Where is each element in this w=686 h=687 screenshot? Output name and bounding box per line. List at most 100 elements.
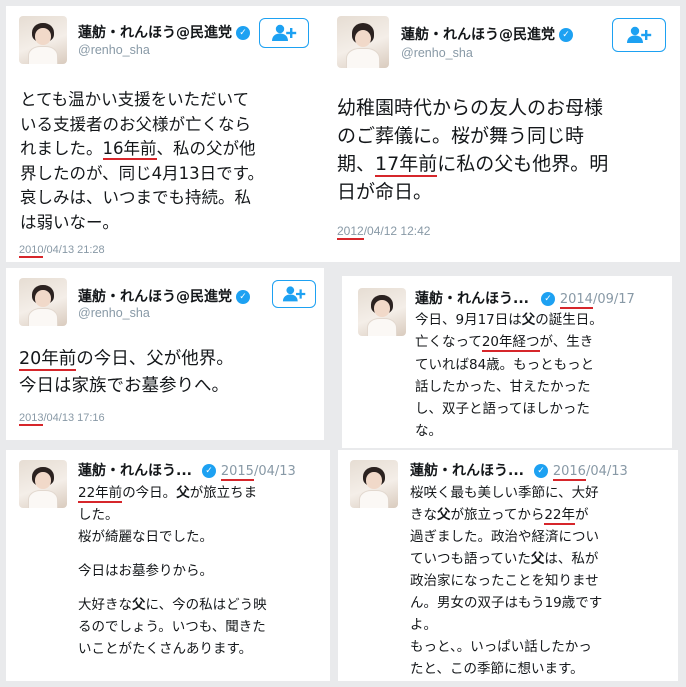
tweet-text: 22年前の今日。父が旅立ちま した。 桜が綺麗な日でした。 今日はお墓参りから。… — [78, 482, 267, 660]
tweet-line: ん。男女の双子はもう19歳です — [410, 595, 603, 611]
tweet-line: たと、この季節に想います。 — [410, 661, 584, 677]
timestamp-year: 2014 — [559, 292, 593, 309]
underlined-years-ago: 22年前 — [78, 485, 123, 503]
tweet-text-span: ていつも語っていた — [410, 551, 531, 567]
account-name-text: 蓮舫・れんほう@民進党 — [78, 289, 232, 305]
tweet-text-span: 亡くなって — [415, 334, 482, 351]
tweet-text-span: 大好きな — [78, 597, 132, 614]
tweet-timestamp[interactable]: 2013/04/13 17:16 — [19, 412, 105, 426]
avatar[interactable] — [19, 278, 67, 326]
tweet-text: 幼稚園時代からの友人のお母様 のご葬儀に。桜が舞う同じ時 期、17年前に私の父も… — [337, 94, 608, 206]
follow-user-plus-icon — [282, 286, 306, 302]
tweet-text: 桜咲く最も美しい季節に、大好 きな父が旅立ってから22年が 過ぎました。政治や経… — [410, 482, 602, 680]
avatar[interactable] — [19, 16, 67, 64]
account-name-text: 蓮舫・れんほう... — [78, 463, 192, 479]
tweet-line: きな父が旅立ってから22年が — [410, 504, 602, 526]
tweet-card-2014: 蓮舫・れんほう... ✓ 2014/09/17 今日、9月17日は父の誕生日。 亡… — [342, 276, 672, 448]
tweet-line: とても温かい支援をいただいて — [20, 90, 250, 109]
tweet-line: 今日、9月17日は父の誕生日。 — [415, 309, 603, 331]
tweet-line: れました。16年前、私の父が他 — [20, 137, 264, 162]
tweet-line: よ。 — [410, 617, 437, 633]
account-name[interactable]: 蓮舫・れんほう... ✓ 2016/04/13 — [410, 460, 628, 481]
tweet-text-span: 今日、9月17日は — [415, 312, 522, 328]
tweet-line: 過ぎました。政治や経済につい — [410, 529, 599, 545]
tweet-timestamp[interactable]: 2012/04/12 12:42 — [337, 224, 431, 240]
timestamp-rest: /04/13 17:16 — [43, 412, 105, 424]
tweet-text: とても温かい支援をいただいて いる支援者のお父様が亡くなら れました。16年前、… — [20, 88, 264, 235]
tweet-text-span: 、私の父が他 — [156, 139, 256, 158]
account-handle[interactable]: @renho_sha — [78, 306, 150, 320]
tweet-date[interactable]: 2015/04/13 — [220, 464, 296, 481]
tweet-line: な。 — [415, 423, 442, 440]
avatar[interactable] — [337, 16, 389, 68]
timestamp-year: 2015 — [220, 464, 254, 481]
tweet-line: 幼稚園時代からの友人のお母様 — [337, 97, 604, 119]
timestamp-rest: /04/13 — [585, 464, 628, 479]
tweet-text-span: が、生き — [539, 334, 594, 351]
follow-user-plus-icon — [272, 24, 297, 41]
tweet-line: るのでしょう。いつも、聞きた — [78, 619, 266, 636]
timestamp-year: 2013 — [19, 412, 44, 426]
tweet-text-span: の今日、父が他界。 — [76, 349, 234, 369]
timestamp-year: 2010 — [19, 244, 44, 258]
tweet-card-2010: 蓮舫・れんほう@民進党 ✓ @renho_sha とても温かい支援をいただいて い… — [6, 6, 324, 262]
tweet-text-span: の誕生日。 — [535, 312, 603, 328]
tweet-line: 桜咲く最も美しい季節に、大好 — [410, 485, 599, 501]
avatar[interactable] — [19, 460, 67, 508]
tweet-line: 話したかった、甘えたかった — [415, 378, 591, 395]
bold-father: 父 — [132, 597, 146, 614]
tweet-card-2016: 蓮舫・れんほう... ✓ 2016/04/13 桜咲く最も美しい季節に、大好 きな… — [338, 450, 678, 681]
tweet-line: 日が命日。 — [337, 181, 433, 203]
tweet-text-span: に私の父も他界。明 — [437, 153, 609, 175]
timestamp-rest: /04/13 — [253, 464, 296, 479]
follow-button[interactable] — [272, 280, 316, 308]
tweet-line: 政治家になったことを知りませ — [410, 573, 599, 589]
account-name-text: 蓮舫・れんほう... — [410, 463, 524, 479]
tweet-text-span: が — [575, 507, 589, 523]
account-name[interactable]: 蓮舫・れんほう@民進党 ✓ — [78, 22, 250, 42]
tweet-line: のご葬儀に。桜が舞う同じ時 — [337, 125, 585, 147]
bold-father: 父 — [437, 507, 451, 523]
tweet-text-span: に、今の私はどう映 — [145, 597, 267, 614]
tweet-card-2013: 蓮舫・れんほう@民進党 ✓ @renho_sha 20年前の今日、父が他界。 今日… — [6, 268, 324, 440]
timestamp-rest: /04/13 21:28 — [43, 244, 105, 256]
tweet-line: 今日は家族でお墓参りへ。 — [19, 376, 229, 396]
tweet-line: 期、17年前に私の父も他界。明 — [337, 150, 608, 178]
tweet-card-2012: 蓮舫・れんほう@民進党 ✓ @renho_sha 幼稚園時代からの友人のお母様 の… — [324, 6, 680, 262]
bold-father: 父 — [176, 485, 190, 501]
tweet-text-span: 期、 — [337, 153, 376, 175]
underlined-years-ago: 17年前 — [375, 153, 438, 177]
tweet-line: 20年前の今日、父が他界。 — [19, 346, 234, 373]
tweet-line: 桜が綺麗な日でした。 — [78, 529, 213, 545]
avatar[interactable] — [358, 288, 406, 336]
tweet-timestamp[interactable]: 2010/04/13 21:28 — [19, 244, 105, 258]
account-handle[interactable]: @renho_sha — [78, 43, 150, 57]
verified-badge-icon: ✓ — [236, 26, 250, 40]
timestamp-year: 2016 — [552, 464, 586, 481]
tweet-line: は弱いなー。 — [20, 212, 119, 232]
verified-badge-icon: ✓ — [559, 28, 573, 42]
avatar[interactable] — [350, 460, 398, 508]
tweet-line: 22年前の今日。父が旅立ちま — [78, 482, 267, 504]
tweet-text-span: が旅立ちま — [189, 485, 258, 501]
account-name[interactable]: 蓮舫・れんほう@民進党 ✓ — [401, 24, 573, 44]
tweet-text: 今日、9月17日は父の誕生日。 亡くなって20年経つが、生き ていれば84歳。も… — [415, 309, 603, 443]
underlined-years: 22年 — [544, 507, 576, 525]
tweet-line: 大好きな父に、今の私はどう映 — [78, 594, 267, 616]
tweet-text-span: は、私が — [544, 551, 599, 567]
tweet-date[interactable]: 2014/09/17 — [559, 292, 635, 309]
timestamp-rest: /04/12 12:42 — [363, 224, 431, 238]
tweet-date[interactable]: 2016/04/13 — [552, 464, 628, 481]
account-name[interactable]: 蓮舫・れんほう@民進党 ✓ — [78, 286, 250, 306]
account-name[interactable]: 蓮舫・れんほう... ✓ 2015/04/13 — [78, 460, 296, 481]
account-handle[interactable]: @renho_sha — [401, 46, 473, 60]
tweet-line: ていつも語っていた父は、私が — [410, 548, 602, 570]
underlined-years-ago: 16年前 — [102, 139, 157, 160]
follow-button[interactable] — [612, 18, 666, 52]
account-name[interactable]: 蓮舫・れんほう... ✓ 2014/09/17 — [415, 288, 635, 309]
timestamp-rest: /09/17 — [592, 292, 635, 307]
follow-button[interactable] — [259, 18, 309, 48]
tweet-line: ていれば84歳。もっともっと — [415, 356, 595, 373]
